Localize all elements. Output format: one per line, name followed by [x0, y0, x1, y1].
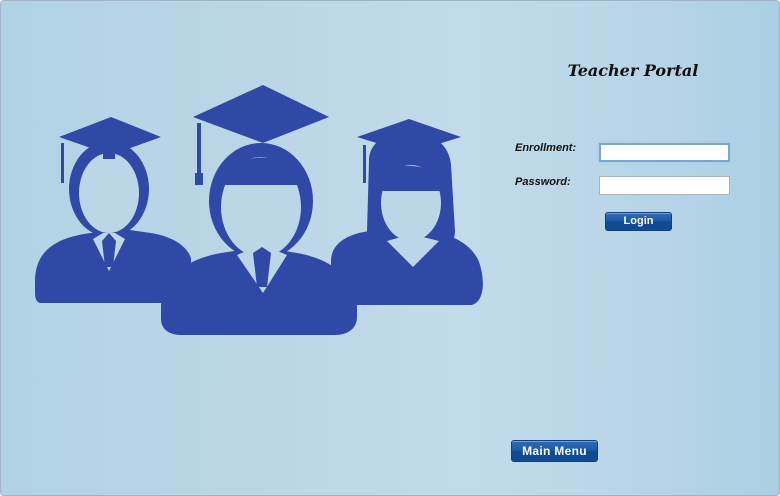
password-label: Password: — [515, 176, 571, 188]
login-button[interactable]: Login — [605, 212, 672, 231]
enrollment-input[interactable] — [599, 143, 730, 162]
teacher-portal-window: Teacher Portal Enrollment: Password: Log… — [0, 0, 780, 496]
page-title: Teacher Portal — [567, 61, 699, 80]
main-menu-button[interactable]: Main Menu — [511, 440, 598, 462]
enrollment-label: Enrollment: — [515, 142, 577, 154]
graduates-icon — [35, 85, 483, 335]
password-input[interactable] — [599, 176, 730, 195]
